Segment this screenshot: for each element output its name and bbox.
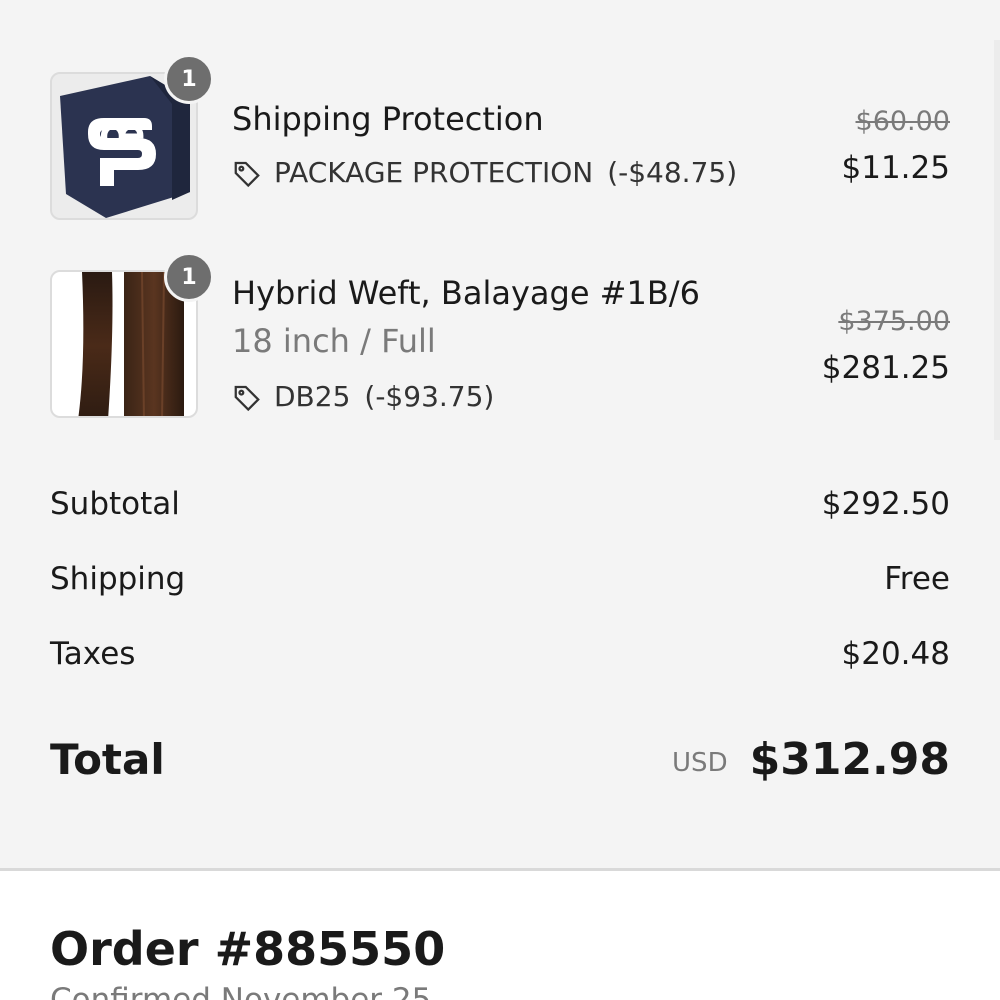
discount-amount: (-$93.75) <box>364 380 495 413</box>
discount-info: DB25 (-$93.75) <box>232 380 494 413</box>
subtotal-value: $292.50 <box>821 486 950 522</box>
line-item: 1 Hybrid Weft, Balayage #1B/6 18 inch / … <box>50 252 950 420</box>
shipping-label: Shipping <box>50 561 186 597</box>
shipping-row: Shipping Free <box>50 561 950 597</box>
order-confirmation-date: Confirmed November 25 <box>50 982 432 1000</box>
item-name: Hybrid Weft, Balayage #1B/6 <box>232 274 700 312</box>
original-price: $375.00 <box>838 306 950 337</box>
line-item: ꟹ 1 Shipping Protection PACKAGE PROTECTI… <box>50 54 950 222</box>
item-price: $11.25 <box>841 150 950 186</box>
tag-icon <box>234 385 260 411</box>
taxes-label: Taxes <box>50 636 136 672</box>
item-price: $281.25 <box>821 350 950 386</box>
shipping-value: Free <box>884 561 950 597</box>
subtotal-row: Subtotal $292.50 <box>50 486 950 522</box>
original-price: $60.00 <box>855 106 950 137</box>
currency-code: USD <box>672 747 728 778</box>
discount-amount: (-$48.75) <box>607 156 738 189</box>
quantity-badge: 1 <box>164 54 214 104</box>
total-row: Total USD $312.98 <box>50 734 950 785</box>
discount-info: PACKAGE PROTECTION (-$48.75) <box>232 156 737 189</box>
item-name: Shipping Protection <box>232 100 544 138</box>
total-amount-group: USD $312.98 <box>672 734 950 785</box>
section-divider <box>0 868 1000 871</box>
taxes-row: Taxes $20.48 <box>50 636 950 672</box>
total-value: $312.98 <box>749 734 950 785</box>
subtotal-label: Subtotal <box>50 486 180 522</box>
discount-code: PACKAGE PROTECTION <box>274 156 594 189</box>
quantity-badge: 1 <box>164 252 214 302</box>
item-variant: 18 inch / Full <box>232 322 436 360</box>
discount-code: DB25 <box>274 380 351 413</box>
taxes-value: $20.48 <box>841 636 950 672</box>
order-title: Order #885550 <box>50 922 446 976</box>
scrollbar[interactable] <box>994 40 1000 440</box>
total-label: Total <box>50 735 165 784</box>
order-summary: ꟹ 1 Shipping Protection PACKAGE PROTECTI… <box>0 0 1000 870</box>
tag-icon <box>234 161 260 187</box>
